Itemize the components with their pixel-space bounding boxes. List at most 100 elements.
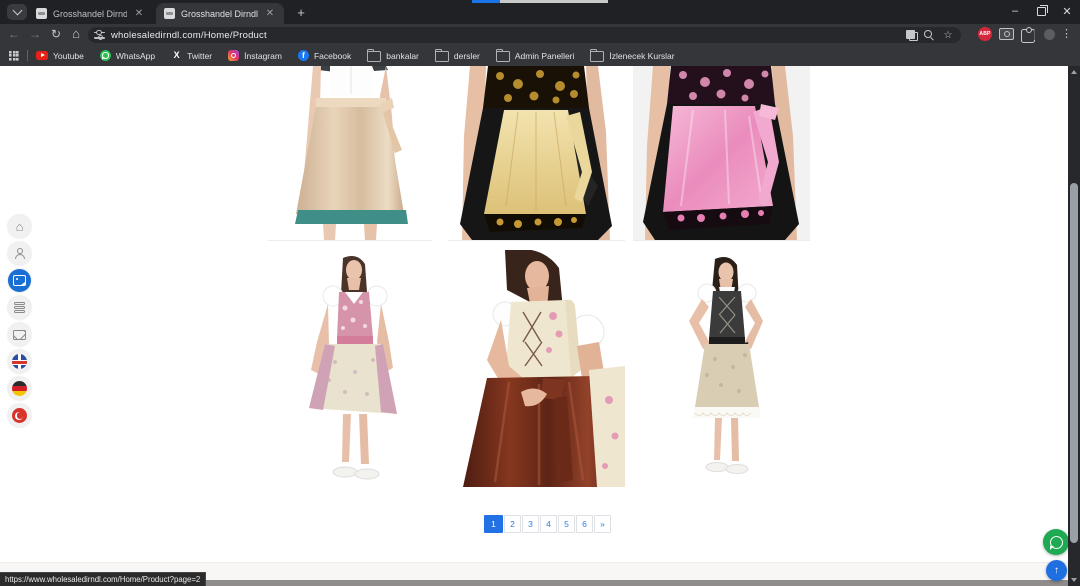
bookmark-youtube[interactable]: Youtube	[36, 51, 84, 61]
page-4-button[interactable]: 4	[540, 515, 557, 533]
site-settings-icon[interactable]	[94, 31, 105, 40]
bookmarks-separator	[27, 50, 28, 61]
progress-fill	[472, 0, 500, 3]
tab-grosshandel-dirndl-1[interactable]: Grosshandel Dirndl ✕	[28, 3, 153, 24]
sidebar-item-lang-en[interactable]	[8, 350, 31, 373]
house-icon: ⌂	[16, 220, 24, 233]
whatsapp-icon	[100, 50, 111, 61]
browser-toolbar: ← → ↻ ⌂ wholesaledirndl.com/Home/Product…	[0, 24, 1080, 45]
page-content: ⌂	[0, 66, 1068, 586]
folder-icon	[367, 51, 381, 62]
scrollbar	[1068, 66, 1080, 586]
minimize-button[interactable]: –	[1002, 0, 1028, 22]
extension-screenshot[interactable]	[999, 28, 1014, 40]
bookmark-instagram[interactable]: İnstagram	[228, 50, 282, 61]
status-url-tooltip: https://www.wholesaledirndl.com/Home/Pro…	[0, 572, 206, 586]
bookmark-folder-izlenecek-kurslar[interactable]: İzlenecek Kurslar	[590, 50, 674, 62]
tab-title: Grosshandel Dirndl	[53, 9, 127, 19]
product-image-maroon-apron-dirndl[interactable]	[447, 250, 625, 487]
bookmark-whatsapp[interactable]: WhatsApp	[100, 50, 155, 61]
browser-window: Grosshandel Dirndl ✕ Grosshandel Dirndl …	[0, 0, 1080, 586]
tab-favicon	[164, 8, 175, 19]
bookmark-folder-admin-panelleri[interactable]: Admin Panelleri	[496, 50, 575, 62]
scrollbar-up-arrow[interactable]	[1071, 70, 1077, 74]
reload-button[interactable]: ↻	[48, 26, 64, 42]
bookmark-label: bankalar	[386, 51, 419, 61]
whatsapp-icon	[1050, 536, 1063, 549]
pagination: 1 2 3 4 5 6 »	[484, 515, 611, 533]
facebook-icon: f	[298, 50, 309, 61]
bookmarks-bar: Youtube WhatsApp XTwitter İnstagram f Fac…	[0, 45, 1080, 66]
new-tab-button[interactable]: +	[293, 5, 309, 21]
bookmark-star-icon[interactable]: ☆	[941, 30, 955, 41]
toolbar-separator	[1027, 29, 1042, 40]
bookmark-label: Facebook	[314, 51, 351, 61]
tab-close-icon[interactable]: ✕	[264, 8, 276, 20]
tab-strip: Grosshandel Dirndl ✕ Grosshandel Dirndl …	[0, 0, 1080, 24]
page-5-button[interactable]: 5	[558, 515, 575, 533]
apps-grid-icon[interactable]	[9, 51, 19, 61]
home-button[interactable]: ⌂	[68, 26, 84, 42]
sidebar-item-home[interactable]: ⌂	[8, 215, 31, 238]
abp-badge-icon: ABP	[978, 27, 992, 41]
page-2-button[interactable]: 2	[504, 515, 521, 533]
sidebar-item-contact[interactable]	[8, 323, 31, 346]
three-dots-icon: ⋮	[1061, 27, 1072, 41]
bookmark-label: İzlenecek Kurslar	[609, 51, 674, 61]
tab-search-button[interactable]	[7, 4, 27, 20]
sidebar-item-profile[interactable]	[8, 242, 31, 265]
page-6-button[interactable]: 6	[576, 515, 593, 533]
bookmark-label: Admin Panelleri	[515, 51, 575, 61]
person-icon	[14, 248, 25, 259]
scrollbar-down-arrow[interactable]	[1071, 578, 1077, 582]
product-image-pink-floral-dirndl[interactable]	[295, 252, 410, 487]
scroll-to-top-button[interactable]: ↑	[1046, 560, 1067, 581]
restore-button[interactable]	[1028, 0, 1054, 22]
folder-icon	[496, 51, 510, 62]
turkish-flag-icon	[12, 408, 27, 423]
sidebar-item-categories[interactable]	[8, 296, 31, 319]
page-1-button[interactable]: 1	[484, 515, 503, 533]
address-bar[interactable]: wholesaledirndl.com/Home/Product ☆	[88, 27, 961, 43]
envelope-icon	[13, 330, 26, 340]
url-text: wholesaledirndl.com/Home/Product	[111, 30, 900, 41]
sidebar-item-products[interactable]	[8, 269, 31, 292]
german-flag-icon	[12, 381, 27, 396]
extension-adblock[interactable]: ABP	[978, 27, 992, 41]
chevron-down-icon	[12, 6, 22, 16]
translate-icon[interactable]	[906, 30, 918, 41]
sidebar-item-lang-tr[interactable]	[8, 404, 31, 427]
product-image-pink-black-baroque-dirndl[interactable]	[633, 66, 810, 241]
bookmark-folder-bankalar[interactable]: bankalar	[367, 50, 419, 62]
folder-icon	[435, 51, 449, 62]
forward-button[interactable]: →	[27, 26, 43, 42]
close-button[interactable]: ✕	[1054, 0, 1080, 22]
tab-title: Grosshandel Dirndl	[181, 9, 258, 19]
camera-icon	[999, 28, 1014, 40]
bookmark-label: WhatsApp	[116, 51, 155, 61]
product-image-black-beige-dirndl[interactable]	[665, 255, 780, 480]
x-twitter-icon: X	[171, 50, 182, 61]
tab-close-icon[interactable]: ✕	[133, 8, 145, 20]
bookmark-folder-dersler[interactable]: dersler	[435, 50, 480, 62]
bookmark-facebook[interactable]: f Facebook	[298, 50, 351, 61]
stack-icon	[14, 302, 25, 313]
bookmark-twitter[interactable]: XTwitter	[171, 50, 212, 61]
page-3-button[interactable]: 3	[522, 515, 539, 533]
restore-icon	[1037, 7, 1046, 16]
scrollbar-thumb[interactable]	[1070, 183, 1078, 543]
uk-flag-icon	[12, 354, 27, 369]
folder-icon	[590, 51, 604, 62]
product-image-beige-satin-dirndl[interactable]	[268, 66, 432, 241]
page-next-button[interactable]: »	[594, 515, 611, 533]
tab-grosshandel-dirndl-2[interactable]: Grosshandel Dirndl ✕	[156, 3, 284, 24]
zoom-search-icon[interactable]	[924, 30, 935, 41]
sidebar-item-lang-de[interactable]	[8, 377, 31, 400]
bookmark-label: dersler	[454, 51, 480, 61]
back-button[interactable]: ←	[6, 26, 22, 42]
product-image-gold-black-baroque-dirndl[interactable]	[448, 66, 625, 241]
whatsapp-fab-button[interactable]	[1043, 529, 1068, 555]
recording-progress-bar	[472, 0, 608, 3]
browser-menu-button[interactable]: ⋮	[1052, 27, 1072, 41]
youtube-icon	[36, 51, 48, 60]
